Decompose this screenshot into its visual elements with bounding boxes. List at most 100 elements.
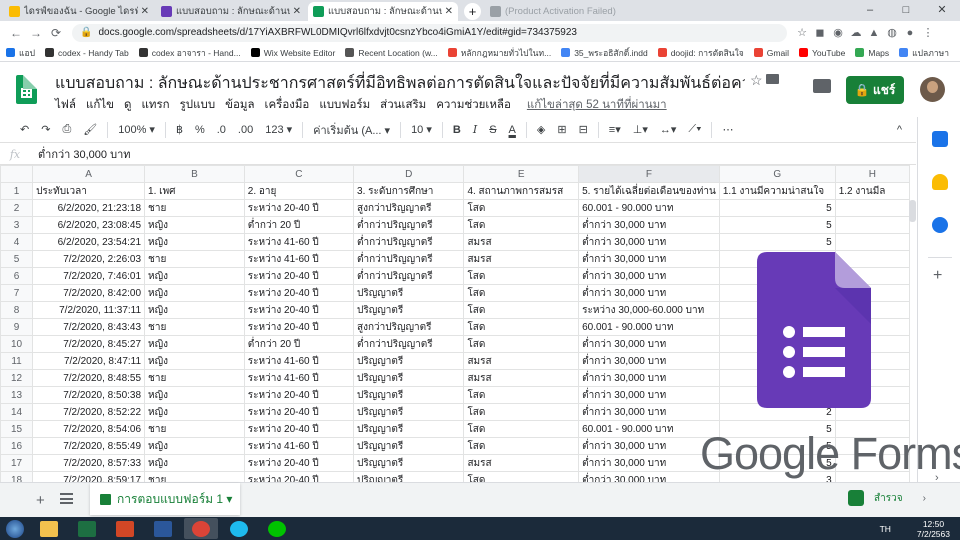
number-format-select[interactable]: 123 ▾ [265,123,292,136]
undo-icon[interactable]: ↶ [20,123,29,136]
cell[interactable]: 60.001 - 90.000 บาท [578,420,720,438]
cell[interactable]: 7/2/2020, 7:46:01 [32,267,146,285]
column-header[interactable]: A [32,165,146,183]
cell[interactable]: 7/2/2020, 2:26:03 [32,250,146,268]
cell[interactable]: 7/2/2020, 11:37:11 [32,301,146,319]
comment-icon[interactable] [813,79,831,93]
cell[interactable]: 6/2/2020, 21:23:18 [32,199,146,217]
row-header[interactable]: 18 [0,471,34,482]
cell[interactable]: ต่ำกว่า 30,000 บาท [578,352,720,370]
cell[interactable]: 5 [718,233,836,251]
cell[interactable]: ระหว่าง 41-60 ปี [243,233,355,251]
merge-cells-icon[interactable]: ⊟ [579,123,588,136]
avatar[interactable] [920,77,945,102]
cell[interactable]: โสด [463,216,580,234]
cell[interactable]: 7/2/2020, 8:55:49 [32,437,146,455]
cell[interactable]: หญิง [144,216,245,234]
cell[interactable]: โสด [463,301,580,319]
cell[interactable]: สมรส [463,250,580,268]
taskbar-powerpoint-icon[interactable] [108,518,142,539]
bookmark-item[interactable]: Recent Location (w... [345,48,438,58]
calendar-icon[interactable] [932,131,948,147]
redo-icon[interactable]: ↷ [41,123,50,136]
cell[interactable]: โสด [463,403,580,421]
folder-icon[interactable] [766,74,779,84]
menu-item[interactable]: ความช่วยเหลือ [436,96,511,114]
text-color-button[interactable]: A [509,124,516,136]
close-window-button[interactable]: ✕ [924,0,960,21]
star-icon[interactable]: ☆ [750,72,763,89]
cell[interactable]: ระหว่าง 20-40 ปี [243,267,355,285]
cell[interactable]: ระหว่าง 20-40 ปี [243,403,355,421]
bookmark-item[interactable]: หลักกฎหมายทั่วไปในท... [447,46,551,60]
percent-button[interactable]: % [195,124,205,136]
cell[interactable]: สูงกว่าปริญญาตรี [353,199,465,217]
cell[interactable]: 60.001 - 90.000 บาท [578,318,720,336]
cell[interactable]: ปริญญาตรี [353,352,465,370]
increase-decimal-button[interactable]: .00 [238,124,253,136]
cell[interactable]: ชาย [144,420,245,438]
cell[interactable]: หญิง [144,284,245,302]
cell[interactable]: หญิง [144,352,245,370]
extension-icon[interactable]: ◼ [811,26,829,39]
column-header[interactable]: C [243,165,355,183]
cell[interactable]: ชาย [144,318,245,336]
cell[interactable]: ต่ำกว่า 30,000 บาท [578,369,720,387]
bookmark-item[interactable]: Wix Website Editor [250,48,335,58]
borders-icon[interactable]: ⊞ [557,123,566,136]
cell[interactable]: สมรส [463,369,580,387]
cell[interactable] [834,233,910,251]
browser-tab-sheet[interactable]: แบบสอบถาม : ลักษณะด้านประชากรศาสตร์ที่มี… [308,2,458,21]
cell[interactable]: โสด [463,284,580,302]
cell[interactable]: ต่ำกว่า 30,000 บาท [578,454,720,472]
select-all-corner[interactable] [0,165,34,183]
row-header[interactable]: 14 [0,403,34,421]
cell[interactable]: ปริญญาตรี [353,369,465,387]
row-header[interactable]: 11 [0,352,34,370]
cell[interactable]: 60.001 - 90.000 บาท [578,199,720,217]
cell[interactable]: ชาย [144,199,245,217]
cell[interactable]: โสด [463,318,580,336]
cell[interactable]: ต่ำกว่าปริญญาตรี [353,216,465,234]
cell[interactable]: หญิง [144,437,245,455]
cell[interactable]: ปริญญาตรี [353,437,465,455]
cell[interactable]: ต่ำกว่า 30,000 บาท [578,335,720,353]
close-tab-icon[interactable]: ✕ [141,6,149,17]
bookmark-item[interactable]: YouTube [798,48,845,58]
cell[interactable]: ระหว่าง 20-40 ปี [243,454,355,472]
browser-tab-product[interactable]: (Product Activation Failed) [485,2,635,21]
row-header[interactable]: 9 [0,318,34,336]
menu-item[interactable]: เครื่องมือ [265,96,310,114]
cell[interactable]: ระหว่าง 41-60 ปี [243,352,355,370]
decrease-decimal-button[interactable]: .0 [217,124,226,136]
all-sheets-icon[interactable] [60,493,73,504]
row-header[interactable]: 12 [0,369,34,387]
cell[interactable]: 5. รายได้เฉลี่ยต่อเดือนของท่าน [578,182,720,200]
fill-color-icon[interactable]: ◈ [537,123,545,136]
cell[interactable]: ต่ำกว่า 30,000 บาท [578,233,720,251]
taskbar-ie-icon[interactable] [222,518,256,539]
cell[interactable]: ระหว่าง 41-60 ปี [243,250,355,268]
font-size-select[interactable]: 10 ▾ [411,123,432,136]
italic-button[interactable]: I [473,123,477,136]
expand-icon[interactable]: › [923,493,926,504]
row-header[interactable]: 1 [0,182,34,200]
text-rotate-icon[interactable]: ⟋▾ [688,123,701,136]
cell[interactable]: 7/2/2020, 8:45:27 [32,335,146,353]
column-header[interactable]: H [834,165,910,183]
cell[interactable]: ระหว่าง 20-40 ปี [243,420,355,438]
star-bookmark-icon[interactable]: ☆ [793,26,811,39]
menu-item[interactable]: แก้ไข [86,96,114,114]
cell[interactable]: ระหว่าง 20-40 ปี [243,386,355,404]
add-addon-icon[interactable]: + [933,267,942,285]
cell[interactable]: 7/2/2020, 8:52:22 [32,403,146,421]
maximize-button[interactable]: □ [888,0,924,21]
browser-tab-drive[interactable]: ไดรฟ์ของฉัน - Google ไดรฟ์ ✕ [4,2,154,21]
horizontal-align-icon[interactable]: ≡▾ [609,123,621,136]
row-header[interactable]: 2 [0,199,34,217]
bookmark-item[interactable]: Maps [855,48,889,58]
cell[interactable] [834,199,910,217]
cell[interactable]: โสด [463,199,580,217]
cell[interactable]: ระหว่าง 20-40 ปี [243,301,355,319]
cell[interactable]: ระหว่าง 41-60 ปี [243,369,355,387]
